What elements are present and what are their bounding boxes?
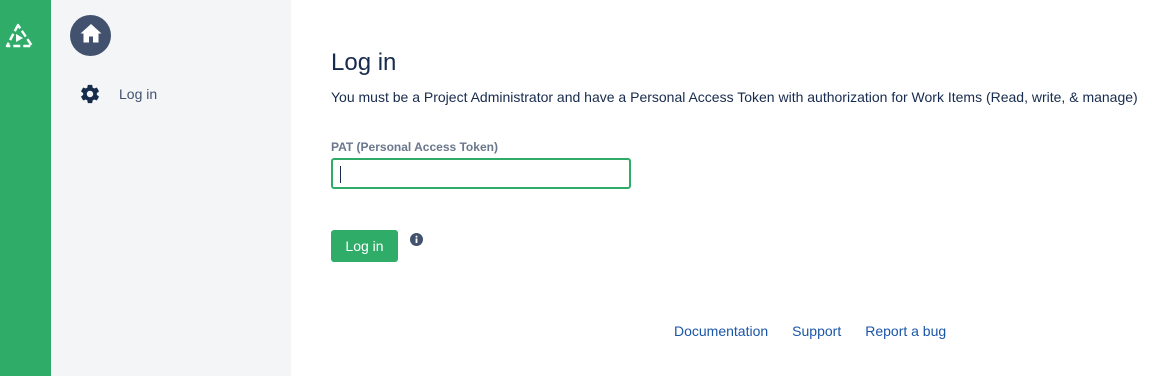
app-root: Log in Log in You must be a Project Admi… bbox=[0, 0, 1152, 376]
home-button[interactable] bbox=[70, 15, 111, 56]
main-content: Log in You must be a Project Administrat… bbox=[331, 0, 1152, 376]
support-link[interactable]: Support bbox=[792, 323, 841, 339]
text-caret bbox=[340, 166, 341, 183]
app-logo-icon[interactable] bbox=[4, 22, 36, 50]
home-icon bbox=[79, 22, 103, 49]
footer-links: Documentation Support Report a bug bbox=[674, 322, 970, 340]
page-title: Log in bbox=[331, 49, 397, 76]
report-bug-link[interactable]: Report a bug bbox=[865, 323, 946, 339]
log-in-button[interactable]: Log in bbox=[331, 230, 398, 262]
pat-field-label: PAT (Personal Access Token) bbox=[331, 140, 498, 154]
info-icon[interactable] bbox=[410, 233, 423, 246]
sidebar-item-label: Log in bbox=[119, 86, 158, 102]
page-subtitle: You must be a Project Administrator and … bbox=[331, 89, 1138, 105]
sidebar: Log in bbox=[51, 0, 291, 376]
pat-input[interactable] bbox=[331, 158, 631, 189]
gear-icon bbox=[79, 83, 101, 105]
documentation-link[interactable]: Documentation bbox=[674, 323, 768, 339]
app-rail bbox=[0, 0, 51, 376]
sidebar-item-log-in[interactable]: Log in bbox=[79, 82, 157, 106]
